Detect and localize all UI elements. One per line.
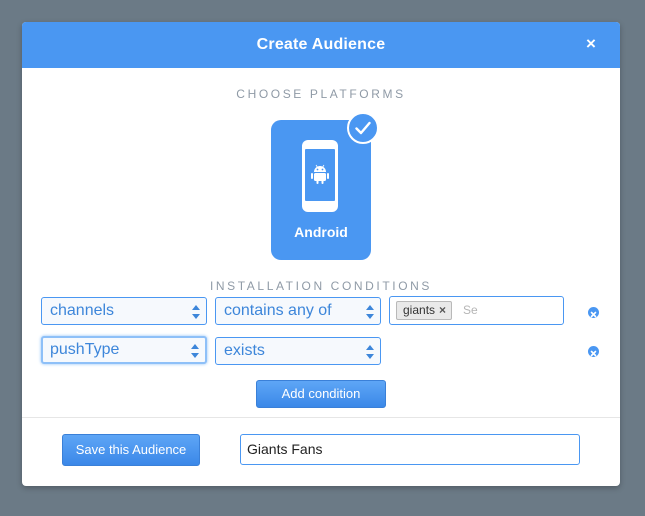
platform-label: Android: [294, 224, 348, 240]
select-arrows-icon: [366, 345, 374, 359]
modal-title: Create Audience: [256, 36, 386, 53]
condition-field-value: channels: [50, 302, 115, 319]
remove-condition-icon[interactable]: [588, 307, 599, 318]
installation-conditions-heading: INSTALLATION CONDITIONS: [209, 279, 433, 293]
condition-field-select[interactable]: pushType: [41, 336, 207, 364]
condition-field-select[interactable]: channels: [41, 297, 207, 325]
tag-label: giants: [403, 303, 436, 317]
modal-header: Create Audience ×: [22, 22, 620, 68]
condition-operator-select[interactable]: exists: [215, 337, 381, 365]
select-arrows-icon: [366, 305, 374, 319]
condition-operator-select[interactable]: contains any of: [215, 297, 381, 325]
android-phone-icon: [302, 140, 338, 212]
save-audience-button[interactable]: Save this Audience: [62, 434, 200, 466]
condition-operator-value: exists: [224, 342, 265, 359]
tag-input-placeholder[interactable]: Se: [463, 303, 478, 317]
selected-check-icon[interactable]: [347, 112, 379, 144]
create-audience-modal: Create Audience × CHOOSE PLATFORMS Andro…: [22, 22, 620, 486]
select-arrows-icon: [192, 305, 200, 319]
choose-platforms-heading: CHOOSE PLATFORMS: [236, 87, 406, 101]
android-robot-icon: [311, 164, 329, 184]
footer-divider: [22, 417, 620, 418]
condition-value-tags-input[interactable]: giants × Se: [389, 296, 564, 325]
tag-remove-icon[interactable]: ×: [439, 303, 446, 317]
condition-field-value: pushType: [50, 341, 120, 358]
select-arrows-icon: [191, 344, 199, 358]
condition-operator-value: contains any of: [224, 302, 332, 319]
remove-condition-icon[interactable]: [588, 346, 599, 357]
tag-chip: giants ×: [396, 301, 453, 320]
audience-name-input[interactable]: Giants Fans: [240, 434, 580, 465]
close-button[interactable]: ×: [582, 34, 600, 54]
add-condition-button[interactable]: Add condition: [256, 380, 386, 408]
